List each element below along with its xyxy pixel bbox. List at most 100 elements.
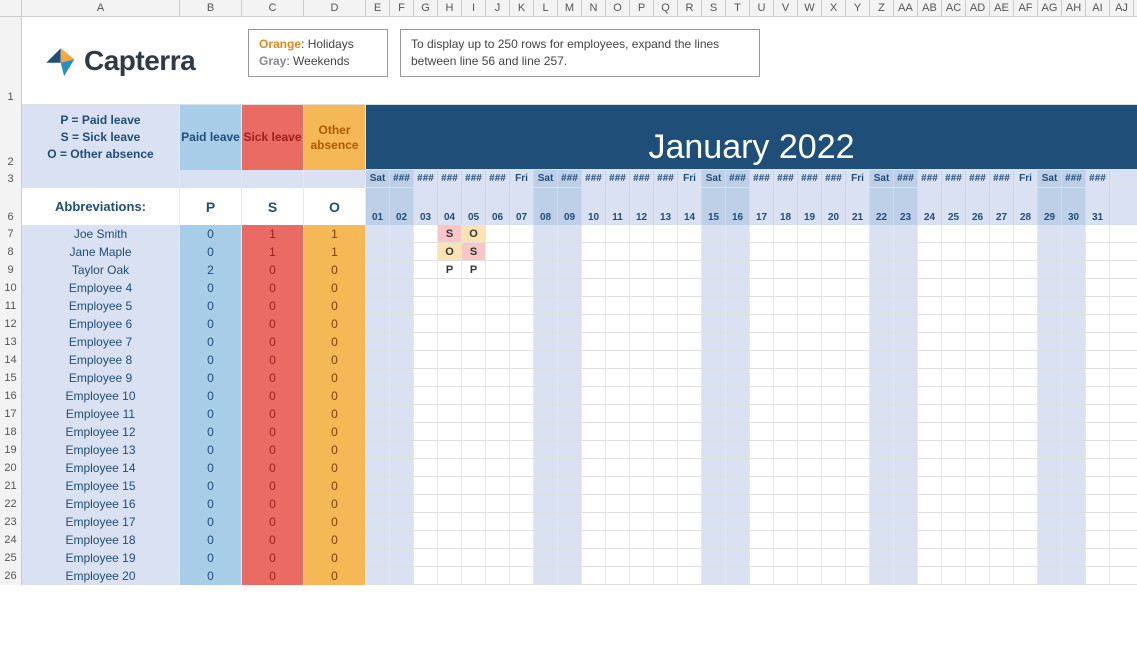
- col-header-Q[interactable]: Q: [654, 0, 678, 16]
- day-cell[interactable]: [918, 279, 942, 296]
- day-cell[interactable]: [894, 459, 918, 476]
- day-cell[interactable]: [654, 369, 678, 386]
- col-header-M[interactable]: M: [558, 0, 582, 16]
- day-cell[interactable]: [702, 225, 726, 242]
- day-cell[interactable]: [414, 315, 438, 332]
- day-cell[interactable]: [1062, 315, 1086, 332]
- employee-name[interactable]: Employee 16: [22, 495, 180, 513]
- day-cell[interactable]: [1014, 531, 1038, 548]
- day-cell[interactable]: [822, 531, 846, 548]
- day-cell[interactable]: [654, 279, 678, 296]
- day-cell[interactable]: [798, 333, 822, 350]
- day-cell[interactable]: [390, 477, 414, 494]
- day-cell[interactable]: [558, 243, 582, 260]
- day-cell[interactable]: [774, 441, 798, 458]
- day-cell[interactable]: [750, 513, 774, 530]
- sick-count[interactable]: 0: [242, 315, 304, 333]
- day-cell[interactable]: [1014, 261, 1038, 278]
- day-cell[interactable]: [654, 315, 678, 332]
- day-cell[interactable]: [486, 243, 510, 260]
- day-cell[interactable]: [678, 423, 702, 440]
- day-cell[interactable]: [1014, 351, 1038, 368]
- day-cell[interactable]: [654, 405, 678, 422]
- day-cell[interactable]: [702, 261, 726, 278]
- day-cell[interactable]: [486, 297, 510, 314]
- day-cell[interactable]: [966, 297, 990, 314]
- employee-name[interactable]: Employee 20: [22, 567, 180, 585]
- paid-count[interactable]: 0: [180, 549, 242, 567]
- day-cell[interactable]: [1062, 369, 1086, 386]
- day-cell[interactable]: [942, 477, 966, 494]
- day-cell[interactable]: [582, 441, 606, 458]
- day-cell[interactable]: [678, 279, 702, 296]
- day-cell[interactable]: [870, 477, 894, 494]
- day-cell[interactable]: [846, 225, 870, 242]
- day-cell[interactable]: [894, 369, 918, 386]
- day-cell[interactable]: [582, 351, 606, 368]
- day-cell[interactable]: [630, 225, 654, 242]
- day-cell[interactable]: [798, 351, 822, 368]
- employee-name[interactable]: Jane Maple: [22, 243, 180, 261]
- day-cell[interactable]: [678, 315, 702, 332]
- day-cell[interactable]: [1014, 477, 1038, 494]
- day-cell[interactable]: [414, 243, 438, 260]
- day-cell[interactable]: [774, 351, 798, 368]
- day-cell[interactable]: [966, 459, 990, 476]
- row-header-8[interactable]: 8: [0, 243, 22, 261]
- day-cell[interactable]: [846, 513, 870, 530]
- day-cell[interactable]: [606, 441, 630, 458]
- day-cell[interactable]: [990, 441, 1014, 458]
- day-cell[interactable]: [606, 513, 630, 530]
- day-cell[interactable]: [390, 423, 414, 440]
- day-cell[interactable]: [366, 387, 390, 404]
- col-header-AE[interactable]: AE: [990, 0, 1014, 16]
- row-header-22[interactable]: 22: [0, 495, 22, 513]
- day-cell[interactable]: [534, 333, 558, 350]
- day-cell[interactable]: [534, 477, 558, 494]
- day-cell[interactable]: [798, 549, 822, 566]
- row-header-13[interactable]: 13: [0, 333, 22, 351]
- day-cell[interactable]: [918, 297, 942, 314]
- day-cell[interactable]: [822, 315, 846, 332]
- day-cell[interactable]: [1086, 351, 1110, 368]
- day-cell[interactable]: [486, 351, 510, 368]
- day-cell[interactable]: [894, 279, 918, 296]
- day-cell[interactable]: [510, 225, 534, 242]
- day-cell[interactable]: [606, 495, 630, 512]
- day-cell[interactable]: [366, 459, 390, 476]
- day-cell[interactable]: [942, 513, 966, 530]
- day-cell[interactable]: [558, 423, 582, 440]
- sick-count[interactable]: 0: [242, 441, 304, 459]
- day-cell[interactable]: [582, 369, 606, 386]
- day-cell[interactable]: [990, 405, 1014, 422]
- day-cell[interactable]: [558, 441, 582, 458]
- select-all-corner[interactable]: [0, 0, 22, 16]
- day-cell[interactable]: [510, 423, 534, 440]
- day-cell[interactable]: [750, 405, 774, 422]
- day-cell[interactable]: [390, 243, 414, 260]
- day-cell[interactable]: [798, 567, 822, 584]
- day-cell[interactable]: [774, 225, 798, 242]
- day-cell[interactable]: [390, 333, 414, 350]
- day-cell[interactable]: [558, 495, 582, 512]
- col-header-K[interactable]: K: [510, 0, 534, 16]
- day-cell[interactable]: [1062, 477, 1086, 494]
- day-cell[interactable]: [966, 423, 990, 440]
- day-cell[interactable]: [966, 279, 990, 296]
- day-cell[interactable]: [966, 351, 990, 368]
- day-cell[interactable]: [990, 315, 1014, 332]
- paid-count[interactable]: 0: [180, 405, 242, 423]
- day-cell[interactable]: [654, 495, 678, 512]
- day-cell[interactable]: [918, 405, 942, 422]
- day-cell[interactable]: [726, 405, 750, 422]
- day-cell[interactable]: [750, 549, 774, 566]
- day-cell[interactable]: [1086, 531, 1110, 548]
- day-cell[interactable]: [726, 459, 750, 476]
- day-cell[interactable]: [558, 279, 582, 296]
- day-cell[interactable]: [990, 423, 1014, 440]
- day-cell[interactable]: [918, 441, 942, 458]
- day-cell[interactable]: [702, 495, 726, 512]
- day-cell[interactable]: [630, 549, 654, 566]
- day-cell[interactable]: [462, 513, 486, 530]
- day-cell[interactable]: [558, 387, 582, 404]
